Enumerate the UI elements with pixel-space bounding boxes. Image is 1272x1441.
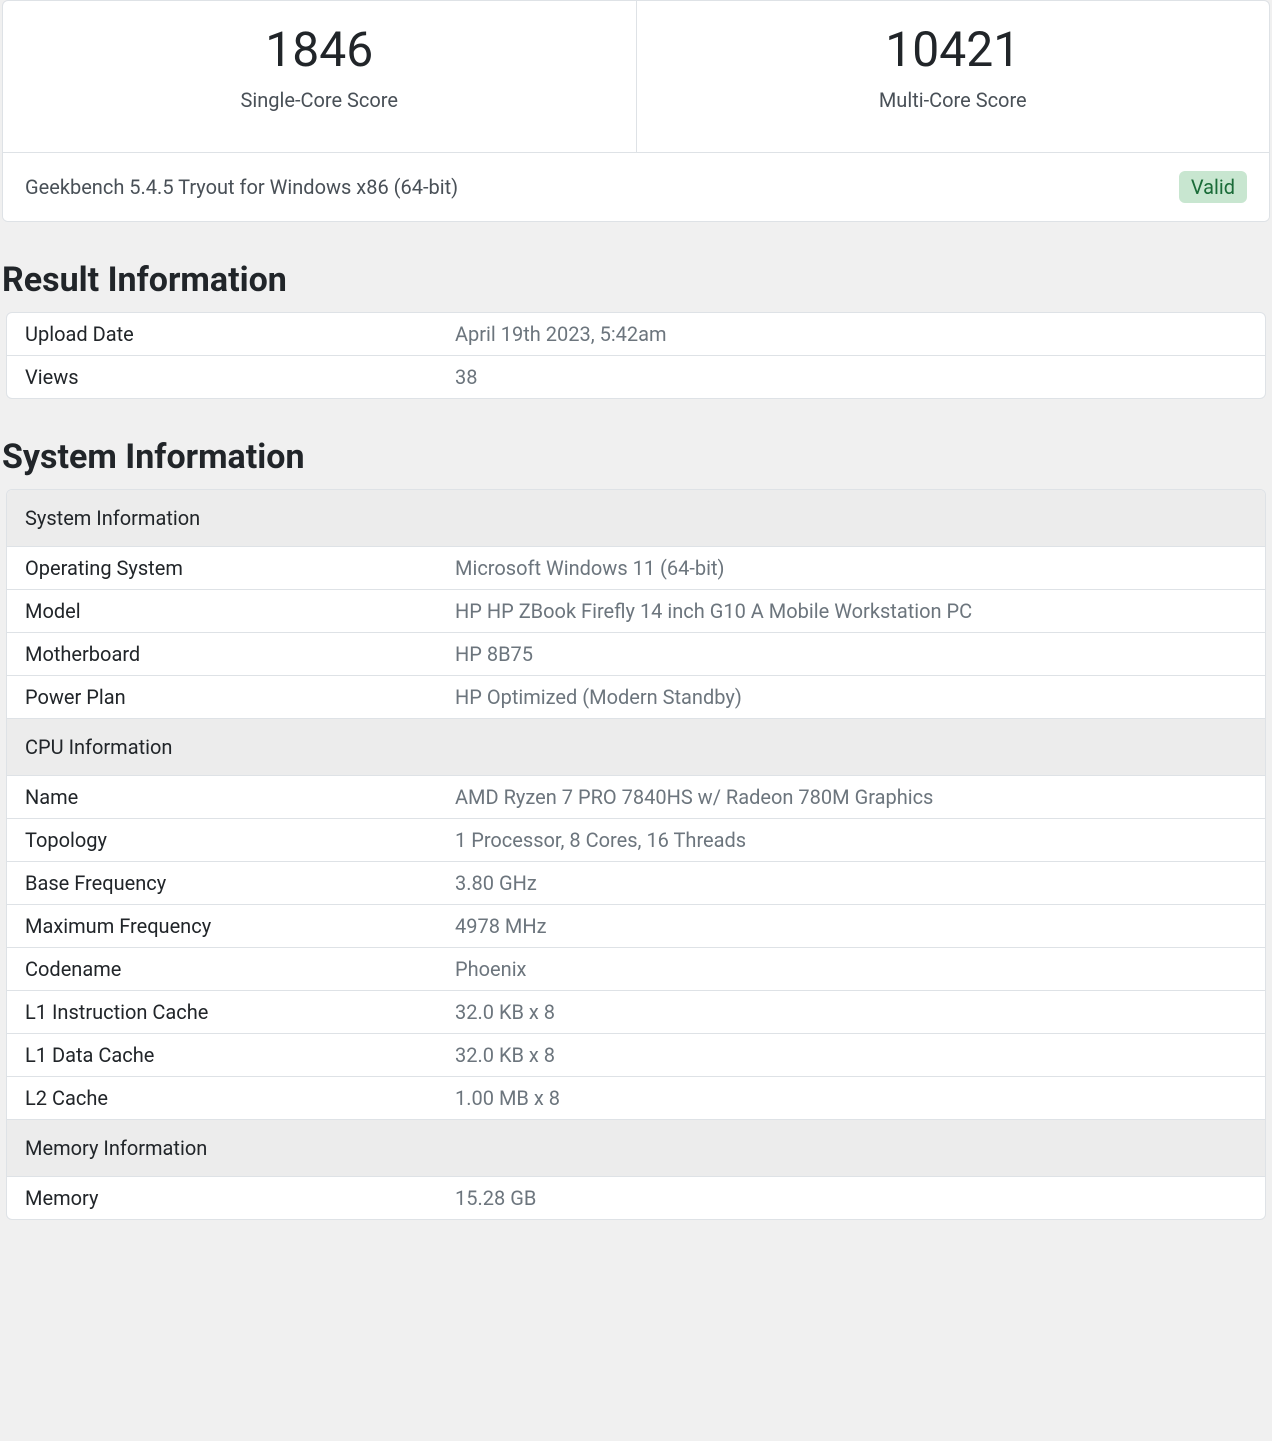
table-row: NameAMD Ryzen 7 PRO 7840HS w/ Radeon 780… [7,776,1265,819]
multi-core-score-label: Multi-Core Score [637,88,1270,112]
row-value: 3.80 GHz [437,862,1265,905]
row-label: L1 Instruction Cache [7,991,437,1034]
row-value: HP Optimized (Modern Standby) [437,676,1265,719]
row-label: Name [7,776,437,819]
row-value: Microsoft Windows 11 (64-bit) [437,547,1265,590]
subheader-label: CPU Information [7,719,1265,776]
row-label: Motherboard [7,633,437,676]
row-value: April 19th 2023, 5:42am [437,313,1265,356]
table-row: Upload DateApril 19th 2023, 5:42am [7,313,1265,356]
row-value: 15.28 GB [437,1177,1265,1219]
subheader-label: System Information [7,490,1265,547]
row-value: Phoenix [437,948,1265,991]
row-label: Operating System [7,547,437,590]
table-row: Topology1 Processor, 8 Cores, 16 Threads [7,819,1265,862]
row-label: Power Plan [7,676,437,719]
system-information-heading: System Information [0,437,1272,477]
table-row: L2 Cache1.00 MB x 8 [7,1077,1265,1120]
row-label: Upload Date [7,313,437,356]
row-value: 32.0 KB x 8 [437,1034,1265,1077]
row-value: 4978 MHz [437,905,1265,948]
row-label: Model [7,590,437,633]
result-information-heading: Result Information [0,260,1272,300]
row-label: L1 Data Cache [7,1034,437,1077]
score-top-row: 1846 Single-Core Score 10421 Multi-Core … [3,1,1269,152]
table-row: Views38 [7,356,1265,398]
table-row: Power PlanHP Optimized (Modern Standby) [7,676,1265,719]
system-information-table: System InformationOperating SystemMicros… [6,489,1266,1220]
row-value: 32.0 KB x 8 [437,991,1265,1034]
row-label: Topology [7,819,437,862]
table-row: ModelHP HP ZBook Firefly 14 inch G10 A M… [7,590,1265,633]
table-subheader: Memory Information [7,1120,1265,1177]
row-label: L2 Cache [7,1077,437,1120]
multi-core-score-value: 10421 [637,21,1270,78]
row-label: Base Frequency [7,862,437,905]
row-label: Memory [7,1177,437,1219]
table-subheader: CPU Information [7,719,1265,776]
row-label: Views [7,356,437,398]
multi-core-score-box: 10421 Multi-Core Score [637,1,1270,152]
row-label: Codename [7,948,437,991]
table-subheader: System Information [7,490,1265,547]
single-core-score-box: 1846 Single-Core Score [3,1,637,152]
row-value: 1 Processor, 8 Cores, 16 Threads [437,819,1265,862]
row-value: 38 [437,356,1265,398]
row-value: 1.00 MB x 8 [437,1077,1265,1120]
row-value: AMD Ryzen 7 PRO 7840HS w/ Radeon 780M Gr… [437,776,1265,819]
table-row: Maximum Frequency4978 MHz [7,905,1265,948]
table-row: L1 Instruction Cache32.0 KB x 8 [7,991,1265,1034]
table-row: Memory15.28 GB [7,1177,1265,1219]
row-label: Maximum Frequency [7,905,437,948]
table-row: L1 Data Cache32.0 KB x 8 [7,1034,1265,1077]
result-information-table: Upload DateApril 19th 2023, 5:42amViews3… [6,312,1266,399]
version-text: Geekbench 5.4.5 Tryout for Windows x86 (… [25,175,458,199]
subheader-label: Memory Information [7,1120,1265,1177]
row-value: HP HP ZBook Firefly 14 inch G10 A Mobile… [437,590,1265,633]
table-row: Base Frequency3.80 GHz [7,862,1265,905]
version-row: Geekbench 5.4.5 Tryout for Windows x86 (… [3,152,1269,221]
table-row: Operating SystemMicrosoft Windows 11 (64… [7,547,1265,590]
score-card: 1846 Single-Core Score 10421 Multi-Core … [2,0,1270,222]
table-row: CodenamePhoenix [7,948,1265,991]
single-core-score-label: Single-Core Score [3,88,636,112]
table-row: MotherboardHP 8B75 [7,633,1265,676]
single-core-score-value: 1846 [3,21,636,78]
row-value: HP 8B75 [437,633,1265,676]
valid-badge: Valid [1179,171,1247,203]
